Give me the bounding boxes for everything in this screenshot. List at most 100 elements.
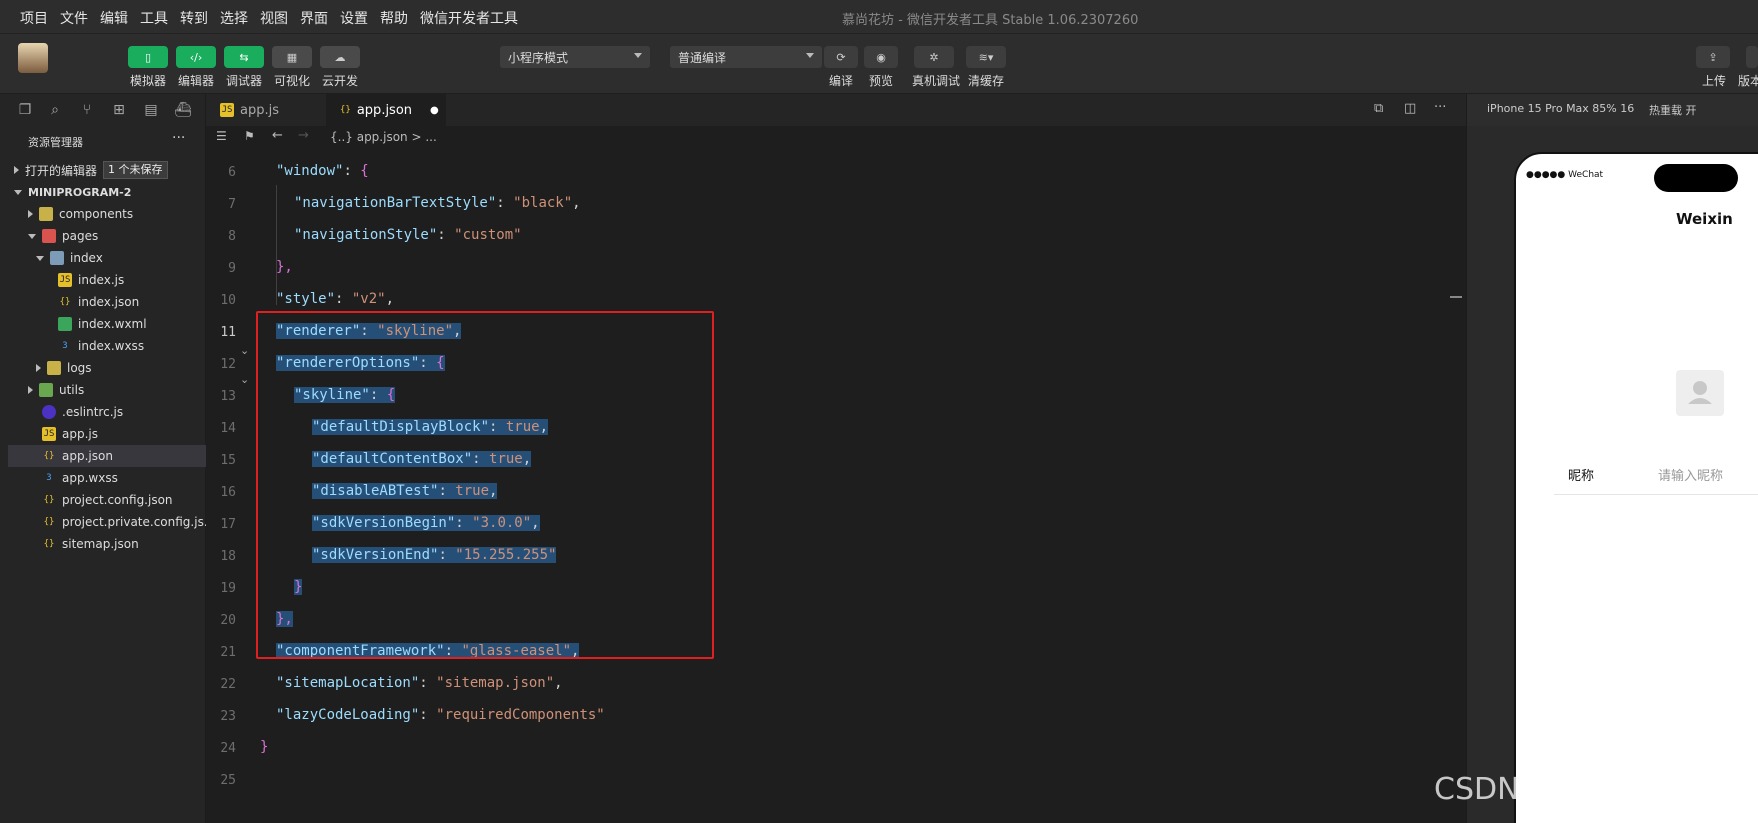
editor-button[interactable]: ‹/›: [176, 46, 216, 68]
tree-label: app.wxss: [62, 471, 118, 485]
git-icon[interactable]: ⑂: [78, 101, 96, 119]
json-value: {: [360, 163, 369, 179]
menu-interface[interactable]: 界面: [300, 8, 328, 28]
compile-select-value: 普通编译: [678, 51, 727, 65]
menu-view[interactable]: 视图: [260, 8, 288, 28]
remote-debug-label: 真机调试: [911, 74, 960, 88]
extensions-icon[interactable]: ⊞: [110, 101, 128, 119]
nickname-input[interactable]: 请输入昵称: [1658, 465, 1723, 484]
tab-app-js[interactable]: JS app.js: [206, 94, 324, 126]
menu-project[interactable]: 项目: [20, 8, 48, 28]
tree-item-index-js[interactable]: JS index.js: [58, 269, 124, 291]
menu-file[interactable]: 文件: [60, 8, 88, 28]
debugger-button[interactable]: ⇆: [224, 46, 264, 68]
tree-label: index.js: [78, 273, 125, 287]
avatar[interactable]: [18, 43, 48, 73]
tree-item-index-wxml[interactable]: index.wxml: [58, 313, 147, 335]
fold-icon[interactable]: ⌄: [240, 373, 249, 386]
hotreload-toggle[interactable]: 热重载 开: [1649, 102, 1697, 118]
simulator-button[interactable]: ▯: [128, 46, 168, 68]
code-line[interactable]: "window": {: [276, 163, 369, 179]
code-line[interactable]: "navigationBarTextStyle": "black",: [294, 195, 581, 211]
breadcrumb-path[interactable]: {..} app.json > ...: [330, 130, 437, 144]
version-button[interactable]: [1746, 46, 1758, 68]
upload-button[interactable]: ⇪: [1696, 46, 1730, 68]
mode-select[interactable]: 小程序模式: [500, 46, 650, 68]
unsaved-badge: 1 个未保存: [103, 161, 168, 179]
code-line[interactable]: "style": "v2",: [276, 291, 394, 307]
menu-tools[interactable]: 工具: [140, 8, 168, 28]
tree-item-index-wxss[interactable]: 3 index.wxss: [58, 335, 144, 357]
tree-item-project-config[interactable]: {} project.config.json: [42, 489, 173, 511]
code-line[interactable]: "navigationStyle": "custom": [294, 227, 522, 243]
project-root[interactable]: MINIPROGRAM-2: [14, 181, 131, 203]
clear-cache-button[interactable]: ≋▾: [966, 46, 1006, 68]
chevron-right-icon: [36, 364, 41, 372]
search-icon[interactable]: ⌕: [46, 101, 64, 119]
bookmark-icon[interactable]: ⚑: [244, 129, 255, 143]
tree-label: index: [70, 251, 103, 265]
folder-icon: [39, 207, 53, 221]
json-punct: :: [496, 195, 514, 211]
more-icon[interactable]: ···: [1434, 100, 1446, 115]
tree-item-pages[interactable]: pages: [28, 225, 98, 247]
compile-select[interactable]: 普通编译: [670, 46, 822, 68]
line-number: 11: [220, 325, 236, 340]
preview-button[interactable]: ◉: [864, 46, 898, 68]
tree-item-sitemap[interactable]: {} sitemap.json: [42, 533, 139, 555]
forward-icon[interactable]: →: [298, 128, 309, 143]
layout-toggle-icon[interactable]: ◫: [1404, 101, 1416, 116]
status-bar: ●●●●● WeChat: [1526, 170, 1604, 180]
tree-item-components[interactable]: components: [28, 203, 133, 225]
menu-help[interactable]: 帮助: [380, 8, 408, 28]
line-number: 17: [220, 517, 236, 532]
tree-item-logs[interactable]: logs: [36, 357, 92, 379]
tree-item-app-json[interactable]: {} app.json: [8, 445, 206, 467]
files-icon[interactable]: ❐: [16, 101, 34, 119]
menu-devtools[interactable]: 微信开发者工具: [420, 8, 518, 28]
code-line[interactable]: "sitemapLocation": "sitemap.json",: [276, 675, 563, 691]
tree-label: app.json: [62, 449, 113, 463]
scrollbar-marker[interactable]: [1450, 296, 1462, 298]
unsaved-dot-icon[interactable]: ●: [430, 105, 439, 116]
tree-item-app-wxss[interactable]: 3 app.wxss: [42, 467, 118, 489]
tree-label: utils: [59, 383, 85, 397]
code-line[interactable]: },: [276, 259, 293, 275]
device-select[interactable]: iPhone 15 Pro Max 85% 16: [1487, 102, 1634, 115]
tree-item-utils[interactable]: utils: [28, 379, 84, 401]
remote-debug-button[interactable]: ✲: [914, 46, 954, 68]
user-avatar-placeholder[interactable]: [1676, 370, 1724, 416]
tree-item-index-json[interactable]: {} index.json: [58, 291, 140, 313]
code-line[interactable]: "lazyCodeLoading": "requiredComponents": [276, 707, 605, 723]
back-icon[interactable]: ←: [272, 128, 283, 143]
wxml-file-icon: [58, 317, 72, 331]
tree-label: sitemap.json: [62, 537, 139, 551]
person-icon: [1688, 381, 1712, 404]
visual-button[interactable]: ▦: [272, 46, 312, 68]
tree-label: index.wxml: [78, 317, 147, 331]
tree-item-index[interactable]: index: [36, 247, 103, 269]
fold-icon[interactable]: ⌄: [240, 344, 249, 357]
tree-item-eslintrc[interactable]: .eslintrc.js: [42, 401, 123, 423]
split-editor-icon[interactable]: ⧉: [1374, 101, 1383, 116]
tree-item-app-js[interactable]: JS app.js: [42, 423, 98, 445]
cloud-button[interactable]: ☁: [320, 46, 360, 68]
menu-settings[interactable]: 设置: [340, 8, 368, 28]
compile-button[interactable]: ⟳: [824, 46, 858, 68]
json-key: "style": [276, 291, 336, 307]
menu-select[interactable]: 选择: [220, 8, 248, 28]
tab-app-json[interactable]: {} app.json ●: [326, 94, 446, 126]
tree-item-project-private-config[interactable]: {} project.private.config.js...: [42, 511, 216, 533]
code-line[interactable]: }: [260, 739, 268, 755]
docker-icon[interactable]: ⛴: [174, 101, 192, 119]
more-icon[interactable]: ···: [172, 130, 185, 146]
json-value: "sitemap.json": [436, 675, 555, 691]
open-editors-section[interactable]: 打开的编辑器 1 个未保存: [14, 159, 168, 181]
list-icon[interactable]: ☰: [216, 129, 227, 143]
storage-icon[interactable]: ▤: [142, 101, 160, 119]
menu-goto[interactable]: 转到: [180, 8, 208, 28]
preview-label: 预览: [868, 74, 893, 88]
watermark: CSDN @abcde_12_q: [1434, 772, 1738, 807]
json-key: "navigationStyle": [294, 227, 438, 243]
menu-edit[interactable]: 编辑: [100, 8, 128, 28]
